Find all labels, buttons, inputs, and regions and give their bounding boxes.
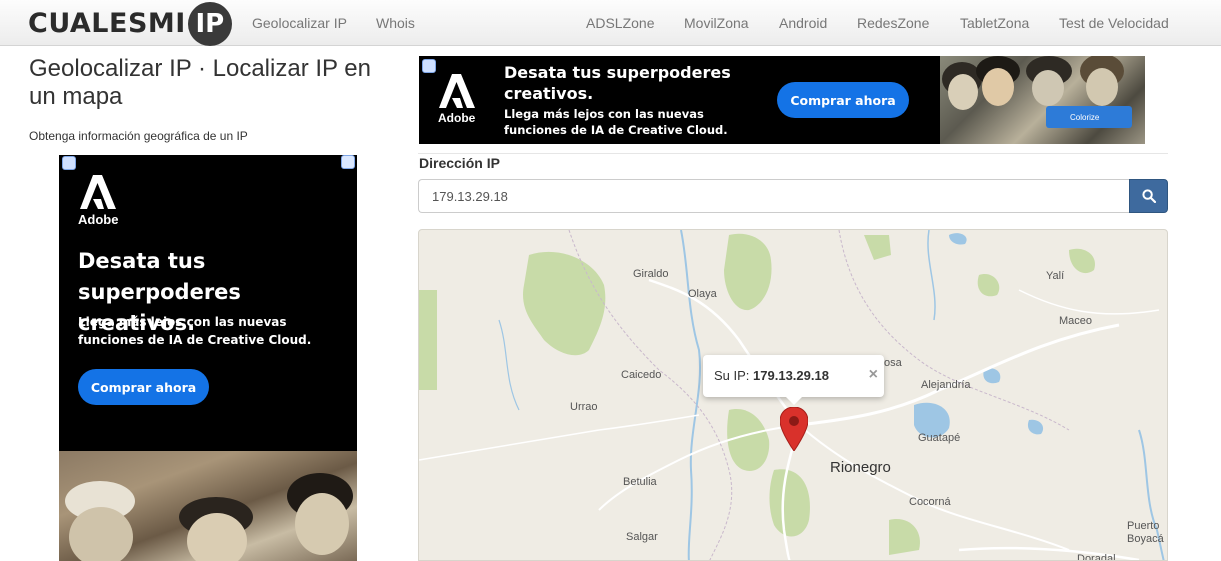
ip-address-input[interactable] bbox=[418, 179, 1130, 213]
site-logo[interactable]: CUALESMI IP bbox=[28, 0, 232, 46]
map-place-label: Olaya bbox=[688, 288, 717, 300]
map-place-label: Betulia bbox=[623, 476, 657, 488]
nav-link-movilzona[interactable]: MovilZona bbox=[684, 15, 749, 31]
divider bbox=[418, 153, 1168, 154]
nav-link-tabletzona[interactable]: TabletZona bbox=[960, 15, 1029, 31]
map-place-label: Maceo bbox=[1059, 315, 1093, 327]
ad-banner-top[interactable]: Adobe Desata tus superpoderes creativos.… bbox=[419, 56, 1145, 144]
map-place-label: osa bbox=[884, 357, 902, 369]
page-subtitle: Obtenga información geográfica de un IP bbox=[29, 129, 248, 143]
page-title: Geolocalizar IP · Localizar IP en un map… bbox=[29, 55, 371, 110]
adchoices-icon[interactable] bbox=[62, 156, 76, 170]
map-place-label: Yalí bbox=[1046, 270, 1065, 282]
ad-subtext: Llega más lejos con las nuevas funciones… bbox=[78, 315, 312, 347]
adobe-brand-label: Adobe bbox=[78, 212, 119, 227]
map-place-label: Caicedo bbox=[621, 369, 662, 381]
map-place-label: Rionegro bbox=[830, 459, 891, 476]
popup-prefix: Su IP: bbox=[714, 368, 754, 383]
map-place-label: Puerto Boyacá bbox=[1127, 520, 1164, 545]
popup-close-button[interactable]: × bbox=[869, 366, 878, 384]
ad-info-icon[interactable] bbox=[341, 155, 355, 169]
nav-link-whois[interactable]: Whois bbox=[376, 15, 415, 31]
ad-headline: Desata tus superpoderes creativos. bbox=[504, 63, 731, 103]
nav-link-adslzone[interactable]: ADSLZone bbox=[586, 15, 654, 31]
map-place-label: Salgar bbox=[626, 531, 658, 543]
ad-subtext: Llega más lejos con las nuevas funciones… bbox=[504, 107, 728, 137]
popup-tip bbox=[785, 396, 803, 405]
map-place-label: Urrao bbox=[570, 401, 598, 413]
adobe-icon bbox=[80, 175, 117, 209]
top-navbar: CUALESMI IP Geolocalizar IP Whois ADSLZo… bbox=[0, 0, 1221, 46]
ad-photo bbox=[59, 451, 357, 561]
adobe-brand-label: Adobe bbox=[438, 111, 476, 125]
ip-location-popup: Su IP: 179.13.29.18 × bbox=[703, 355, 884, 405]
ad-buy-button[interactable]: Comprar ahora bbox=[777, 82, 909, 118]
logo-text: CUALESMI bbox=[28, 7, 186, 39]
ad-buy-button[interactable]: Comprar ahora bbox=[78, 369, 209, 405]
nav-link-redeszone[interactable]: RedesZone bbox=[857, 15, 929, 31]
ad-photo: Colorize bbox=[940, 56, 1145, 144]
map-place-label: Doradal bbox=[1077, 553, 1116, 561]
nav-link-test-de-velocidad[interactable]: Test de Velocidad bbox=[1059, 15, 1169, 31]
ad-banner-left[interactable]: Adobe Desata tus superpoderes creativos.… bbox=[59, 155, 357, 561]
adchoices-icon[interactable] bbox=[422, 59, 436, 73]
nav-link-geolocalizar-ip[interactable]: Geolocalizar IP bbox=[252, 15, 347, 31]
map-place-label: Cocorná bbox=[909, 496, 951, 508]
logo-ip-badge: IP bbox=[187, 2, 232, 46]
adobe-logo: Adobe bbox=[438, 74, 475, 125]
popup-ip-value: 179.13.29.18 bbox=[753, 368, 829, 383]
adobe-logo: Adobe bbox=[78, 175, 118, 227]
map-place-label: Guatapé bbox=[918, 432, 961, 444]
ip-address-label: Dirección IP bbox=[419, 155, 500, 171]
colorize-tag: Colorize bbox=[1046, 106, 1132, 128]
adobe-icon bbox=[438, 74, 475, 108]
map-marker-icon[interactable] bbox=[780, 407, 808, 451]
map-place-label: Giraldo bbox=[633, 268, 669, 280]
nav-link-android[interactable]: Android bbox=[779, 15, 827, 31]
search-button[interactable] bbox=[1129, 179, 1168, 213]
map-view[interactable]: Giraldo Olaya Yalí Maceo Caicedo Urrao o… bbox=[418, 229, 1168, 561]
colorize-label: Colorize bbox=[1070, 112, 1100, 122]
map-place-label: Alejandría bbox=[921, 379, 971, 391]
search-icon bbox=[1141, 189, 1156, 203]
